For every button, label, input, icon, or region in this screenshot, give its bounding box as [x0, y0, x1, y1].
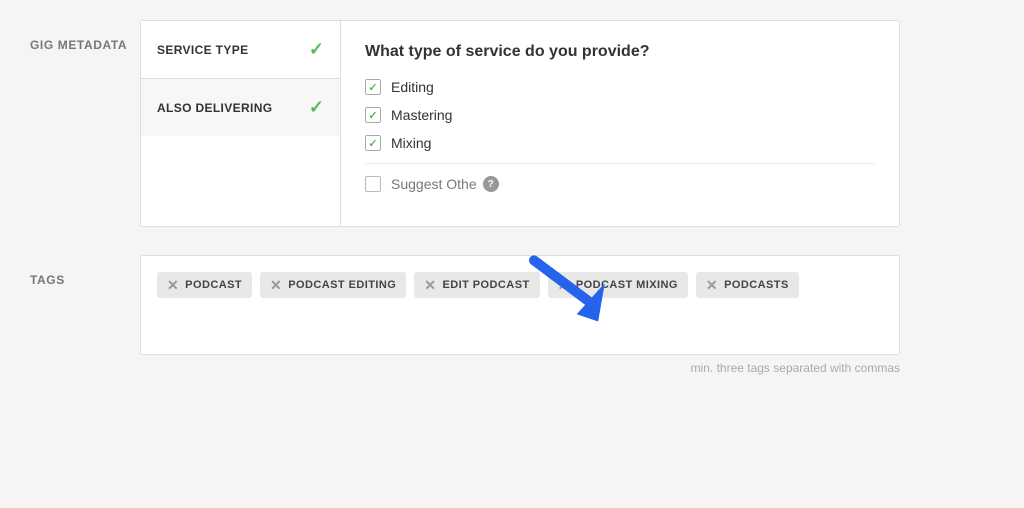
tag-remove-edit-podcast-icon[interactable]: ✕	[424, 278, 436, 292]
tag-chip-edit-podcast[interactable]: ✕ EDIT PODCAST	[414, 272, 539, 298]
sidebar-also-delivering-label: ALSO DELIVERING	[157, 101, 272, 115]
tag-chip-podcast-mixing[interactable]: ✕ PODCAST MIXING	[548, 272, 688, 298]
tag-remove-podcasts-icon[interactable]: ✕	[706, 278, 718, 292]
metadata-content: What type of service do you provide? ✓ E…	[341, 21, 899, 226]
tags-hint: min. three tags separated with commas	[140, 361, 900, 375]
tags-label: TAGS	[30, 255, 140, 287]
tag-remove-podcast-editing-icon[interactable]: ✕	[270, 278, 282, 292]
service-question: What type of service do you provide?	[365, 43, 875, 61]
tag-edit-podcast-label: EDIT PODCAST	[442, 279, 529, 291]
checkbox-item-suggest-other[interactable]: Suggest Othe ?	[365, 163, 875, 192]
checkbox-item-mastering[interactable]: ✓ Mastering	[365, 107, 875, 123]
tag-chip-podcast[interactable]: ✕ PODCAST	[157, 272, 252, 298]
metadata-panel: SERVICE TYPE ✓ ALSO DELIVERING ✓ What ty…	[140, 20, 900, 227]
tag-podcasts-label: PODCASTS	[724, 279, 789, 291]
tag-chip-podcasts[interactable]: ✕ PODCASTS	[696, 272, 799, 298]
tags-row: ✕ PODCAST ✕ PODCAST EDITING ✕ EDIT PODCA…	[157, 272, 883, 298]
also-delivering-check-icon: ✓	[309, 97, 324, 118]
checkbox-mixing[interactable]: ✓	[365, 135, 381, 151]
tag-podcast-label: PODCAST	[185, 279, 242, 291]
checkbox-editing[interactable]: ✓	[365, 79, 381, 95]
mastering-check-icon: ✓	[368, 109, 377, 122]
metadata-sidebar: SERVICE TYPE ✓ ALSO DELIVERING ✓	[141, 21, 341, 226]
tag-remove-podcast-icon[interactable]: ✕	[167, 278, 179, 292]
checkbox-item-editing[interactable]: ✓ Editing	[365, 79, 875, 95]
checkbox-list: ✓ Editing ✓ Mastering ✓	[365, 79, 875, 192]
suggest-other-help-icon[interactable]: ?	[483, 176, 499, 192]
tag-chip-podcast-editing[interactable]: ✕ PODCAST EDITING	[260, 272, 406, 298]
sidebar-service-type-label: SERVICE TYPE	[157, 43, 248, 57]
tag-podcast-mixing-label: PODCAST MIXING	[576, 279, 678, 291]
mixing-label: Mixing	[391, 135, 431, 151]
tags-panel[interactable]: ✕ PODCAST ✕ PODCAST EDITING ✕ EDIT PODCA…	[140, 255, 900, 355]
checkbox-mastering[interactable]: ✓	[365, 107, 381, 123]
tag-podcast-editing-label: PODCAST EDITING	[288, 279, 396, 291]
sidebar-item-service-type[interactable]: SERVICE TYPE ✓	[141, 21, 340, 79]
editing-label: Editing	[391, 79, 434, 95]
mastering-label: Mastering	[391, 107, 452, 123]
checkbox-item-mixing[interactable]: ✓ Mixing	[365, 135, 875, 151]
mixing-check-icon: ✓	[368, 137, 377, 150]
editing-check-icon: ✓	[368, 81, 377, 94]
checkbox-suggest-other[interactable]	[365, 176, 381, 192]
sidebar-item-also-delivering[interactable]: ALSO DELIVERING ✓	[141, 79, 340, 136]
suggest-other-label: Suggest Othe	[391, 176, 477, 192]
service-type-check-icon: ✓	[309, 39, 324, 60]
gig-metadata-label: GIG METADATA	[30, 20, 140, 52]
tag-remove-podcast-mixing-icon[interactable]: ✕	[558, 278, 570, 292]
